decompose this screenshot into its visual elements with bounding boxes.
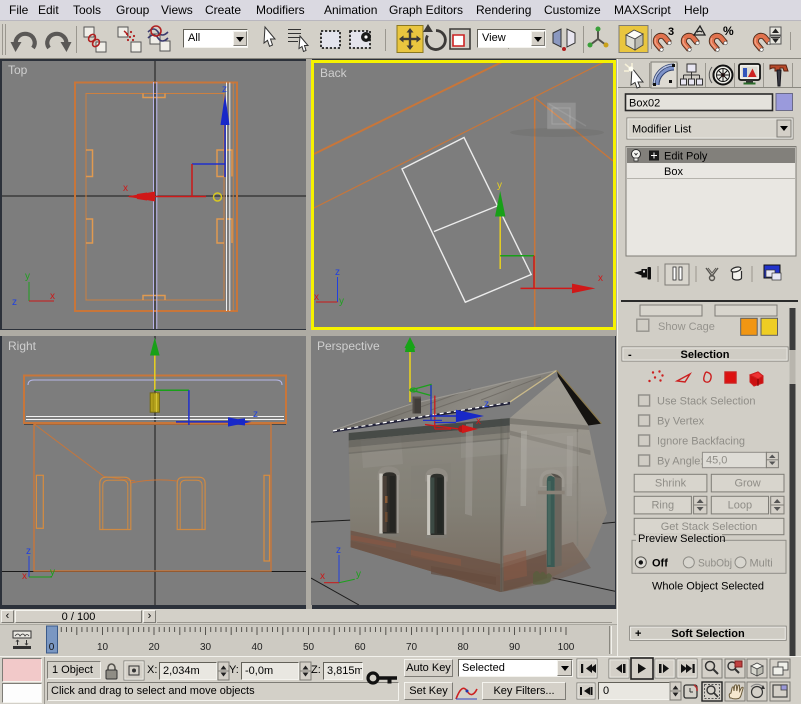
svg-text:x: x bbox=[22, 571, 27, 582]
svg-text:90: 90 bbox=[509, 642, 521, 653]
svg-text:Grow: Grow bbox=[734, 478, 760, 490]
svg-text:Soft Selection: Soft Selection bbox=[671, 628, 745, 640]
svg-text:z: z bbox=[484, 399, 489, 410]
svg-text:z: z bbox=[336, 545, 341, 556]
svg-text:50: 50 bbox=[303, 642, 315, 653]
svg-text:x: x bbox=[50, 291, 55, 302]
svg-text:0: 0 bbox=[49, 642, 55, 653]
svg-text:x: x bbox=[314, 292, 319, 303]
svg-text:Show Cage: Show Cage bbox=[658, 321, 715, 333]
svg-text:By Vertex: By Vertex bbox=[657, 416, 705, 428]
svg-text:y: y bbox=[356, 569, 361, 580]
svg-text:y: y bbox=[497, 180, 502, 191]
svg-text:Ignore Backfacing: Ignore Backfacing bbox=[657, 436, 745, 448]
svg-text:z: z bbox=[253, 409, 258, 420]
svg-text:SubObj: SubObj bbox=[698, 558, 732, 570]
svg-text:x: x bbox=[123, 183, 128, 194]
svg-text:45,0: 45,0 bbox=[706, 455, 727, 467]
svg-text:z: z bbox=[222, 84, 227, 95]
svg-text:80: 80 bbox=[457, 642, 469, 653]
svg-text:3: 3 bbox=[668, 26, 674, 38]
svg-text:Edit Poly: Edit Poly bbox=[664, 151, 708, 163]
svg-text:40: 40 bbox=[251, 642, 263, 653]
svg-text:Preview Selection: Preview Selection bbox=[638, 533, 725, 545]
svg-text:-: - bbox=[628, 349, 632, 361]
svg-text:Ring: Ring bbox=[651, 500, 674, 512]
svg-text:x: x bbox=[320, 571, 325, 582]
svg-text:x: x bbox=[476, 416, 481, 427]
svg-text:60: 60 bbox=[354, 642, 366, 653]
svg-text:Multi: Multi bbox=[750, 558, 773, 570]
svg-text:By Angle:: By Angle: bbox=[657, 456, 703, 468]
svg-text:y: y bbox=[25, 271, 30, 282]
svg-text:30: 30 bbox=[200, 642, 212, 653]
svg-text:x: x bbox=[598, 273, 603, 284]
svg-text:Whole Object Selected: Whole Object Selected bbox=[652, 581, 764, 593]
svg-text:Box: Box bbox=[664, 166, 683, 178]
svg-text:z: z bbox=[12, 297, 17, 308]
svg-text:100: 100 bbox=[558, 642, 575, 653]
svg-text:20: 20 bbox=[148, 642, 160, 653]
svg-text:z: z bbox=[26, 546, 31, 557]
svg-text:Modifier List: Modifier List bbox=[632, 124, 691, 136]
svg-text:Selection: Selection bbox=[681, 349, 730, 361]
svg-text:y: y bbox=[339, 296, 344, 307]
svg-text:Off: Off bbox=[652, 558, 668, 570]
svg-text:+: + bbox=[635, 628, 641, 640]
svg-text:y: y bbox=[50, 567, 55, 578]
svg-text:Shrink: Shrink bbox=[655, 478, 687, 490]
svg-text:Get Stack Selection: Get Stack Selection bbox=[661, 521, 758, 533]
svg-text:10: 10 bbox=[97, 642, 109, 653]
svg-text:z: z bbox=[335, 267, 340, 278]
svg-text:Use Stack Selection: Use Stack Selection bbox=[657, 396, 755, 408]
svg-text:Loop: Loop bbox=[728, 500, 752, 512]
svg-text:70: 70 bbox=[406, 642, 418, 653]
svg-text:Box02: Box02 bbox=[629, 98, 660, 110]
svg-text:%: % bbox=[723, 24, 734, 38]
